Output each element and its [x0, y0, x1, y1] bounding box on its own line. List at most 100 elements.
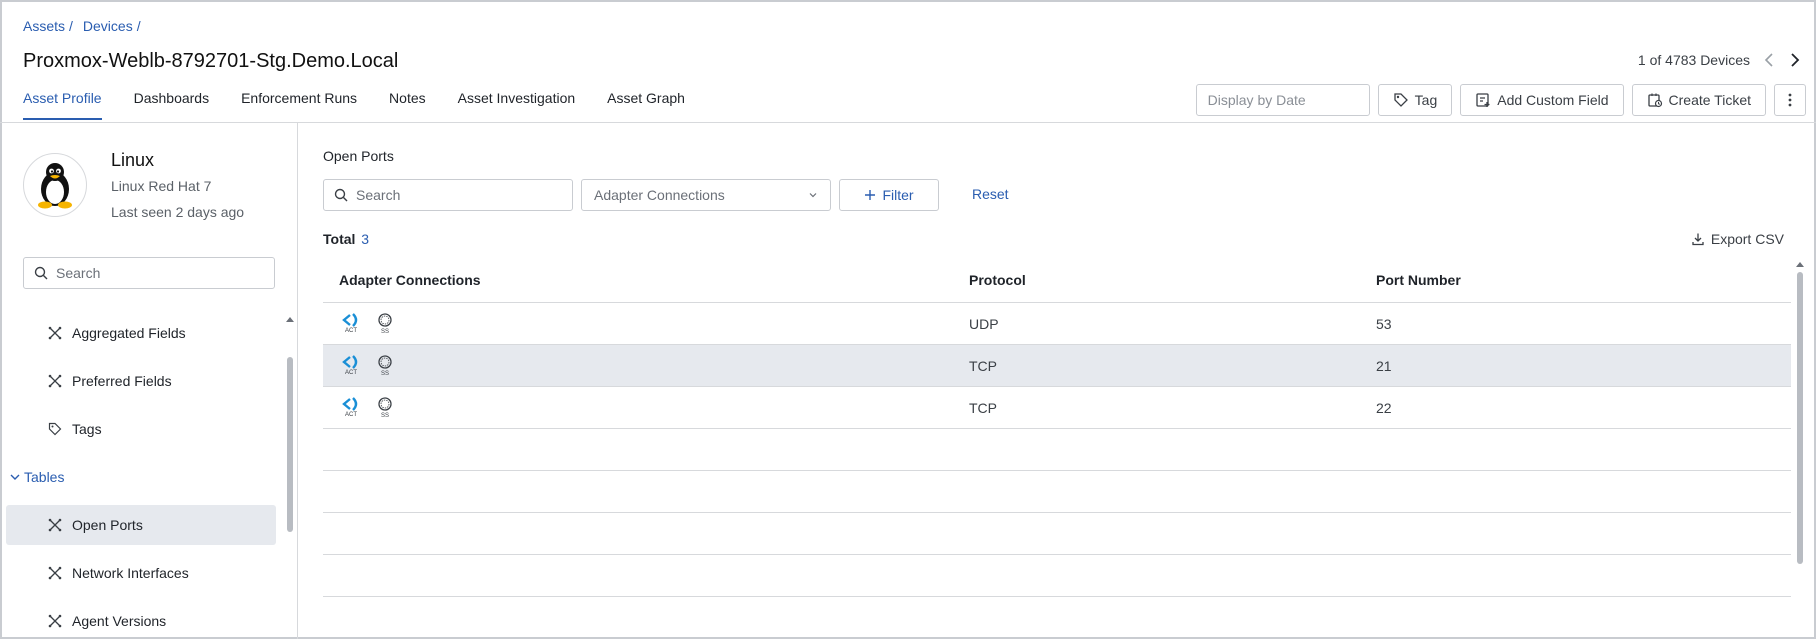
ss-adapter-icon	[378, 355, 392, 369]
sidebar-scrollbar[interactable]	[285, 315, 295, 639]
add-custom-field-label: Add Custom Field	[1497, 92, 1609, 108]
adapter-caption: ACT	[345, 370, 357, 376]
ticket-icon	[1647, 93, 1662, 108]
sidebar-item-open-ports[interactable]: Open Ports	[6, 505, 276, 545]
act-adapter-icon	[342, 355, 358, 369]
create-ticket-button[interactable]: Create Ticket	[1631, 84, 1766, 116]
empty-row	[323, 555, 1791, 597]
export-csv-label: Export CSV	[1710, 231, 1784, 247]
sidebar-group-tables[interactable]: Tables	[6, 457, 276, 497]
table-search-input[interactable]: Search	[323, 179, 573, 211]
device-pager: 1 of 4783 Devices	[1638, 52, 1802, 68]
tab-asset-profile[interactable]: Asset Profile	[23, 90, 102, 120]
total-number: 3	[361, 231, 370, 247]
adapter-ss: SS	[373, 354, 397, 377]
table-icon	[48, 518, 62, 532]
more-options-icon[interactable]	[1774, 84, 1806, 116]
tab-enforcement-runs[interactable]: Enforcement Runs	[241, 90, 357, 120]
adapter-ss: SS	[373, 396, 397, 419]
act-adapter-icon	[342, 397, 358, 411]
adapter-caption: ACT	[345, 328, 357, 334]
last-seen: Last seen 2 days ago	[111, 204, 245, 220]
adapter-ss: SS	[373, 312, 397, 335]
adapter-act: ACT	[339, 397, 363, 418]
tab-bar: Asset Profile Dashboards Enforcement Run…	[23, 90, 685, 120]
export-csv-button[interactable]: Export CSV	[1691, 231, 1784, 247]
sidebar-search-placeholder: Search	[56, 265, 101, 281]
filter-button[interactable]: Filter	[839, 179, 939, 211]
chevron-down-icon	[10, 474, 20, 480]
empty-row	[323, 513, 1791, 555]
sidebar-item-aggregated-fields[interactable]: Aggregated Fields	[6, 313, 276, 353]
section-title: Open Ports	[323, 148, 394, 164]
chevron-down-icon	[809, 193, 817, 198]
sidebar-item-label: Aggregated Fields	[72, 325, 186, 341]
sidebar-item-label: Open Ports	[72, 517, 143, 533]
sidebar-item-preferred-fields[interactable]: Preferred Fields	[6, 361, 276, 401]
display-by-date-input[interactable]: Display by Date	[1195, 84, 1370, 116]
sidebar-item-label: Preferred Fields	[72, 373, 172, 389]
table-row[interactable]: ACT SS UDP 53	[323, 303, 1791, 345]
table-icon	[48, 566, 62, 580]
custom-field-icon	[1476, 93, 1490, 107]
column-header-protocol[interactable]: Protocol	[969, 272, 1376, 288]
sidebar-item-label: Agent Versions	[72, 613, 167, 629]
port-cell: 53	[1376, 315, 1392, 332]
column-header-adapter-connections[interactable]: Adapter Connections	[323, 272, 969, 288]
table-row[interactable]: ACT SS TCP 22	[323, 387, 1791, 429]
adapter-caption: SS	[380, 413, 389, 419]
search-icon	[334, 188, 348, 202]
breadcrumb-assets[interactable]: Assets	[23, 18, 65, 34]
table-row[interactable]: ACT SS TCP 21	[323, 345, 1791, 387]
sidebar-group-label: Tables	[24, 469, 65, 485]
column-header-port-number[interactable]: Port Number	[1376, 272, 1791, 288]
act-adapter-icon	[342, 313, 358, 327]
reset-button[interactable]: Reset	[972, 186, 1009, 202]
fields-icon	[48, 326, 62, 340]
chevron-right-icon[interactable]	[1788, 53, 1802, 67]
display-by-date-placeholder: Display by Date	[1207, 92, 1306, 108]
ss-adapter-icon	[378, 397, 392, 411]
breadcrumb-devices[interactable]: Devices	[83, 18, 133, 34]
sidebar-search-input[interactable]: Search	[23, 257, 275, 289]
pager-text: 1 of 4783 Devices	[1637, 52, 1750, 68]
open-ports-table: Adapter Connections Protocol Port Number…	[323, 258, 1791, 597]
port-cell: 21	[1376, 357, 1392, 374]
tab-notes[interactable]: Notes	[389, 90, 426, 120]
adapter-caption: SS	[380, 371, 389, 377]
adapter-caption: ACT	[345, 412, 357, 418]
table-header: Adapter Connections Protocol Port Number	[323, 258, 1791, 303]
adapter-cell: ACT SS	[323, 354, 969, 377]
protocol-cell: TCP	[969, 399, 997, 416]
sidebar-item-label: Network Interfaces	[72, 565, 189, 581]
adapter-connections-select[interactable]: Adapter Connections	[581, 179, 831, 211]
filter-button-label: Filter	[882, 187, 914, 203]
sidebar-item-agent-versions[interactable]: Agent Versions	[6, 601, 276, 639]
adapter-act: ACT	[339, 313, 363, 334]
search-icon	[34, 266, 48, 280]
protocol-cell: TCP	[969, 357, 997, 374]
sidebar-list: Aggregated Fields Preferred Fields Tags …	[6, 313, 276, 639]
protocol-cell: UDP	[969, 315, 999, 332]
table-scroll-thumb[interactable]	[1797, 272, 1803, 564]
sidebar-item-tags[interactable]: Tags	[6, 409, 276, 449]
tab-dashboards[interactable]: Dashboards	[134, 90, 210, 120]
scroll-up-icon[interactable]	[285, 315, 295, 323]
tab-asset-graph[interactable]: Asset Graph	[607, 90, 685, 120]
sidebar-item-network-interfaces[interactable]: Network Interfaces	[6, 553, 276, 593]
sidebar-scroll-thumb[interactable]	[287, 357, 293, 532]
tag-button[interactable]: Tag	[1377, 84, 1453, 116]
add-custom-field-button[interactable]: Add Custom Field	[1460, 84, 1624, 116]
chevron-left-icon[interactable]	[1762, 53, 1776, 67]
total-label: Total	[323, 231, 356, 247]
empty-row	[323, 471, 1791, 513]
scroll-up-icon[interactable]	[1795, 260, 1805, 268]
os-name: Linux	[111, 150, 155, 170]
table-scrollbar[interactable]	[1795, 258, 1805, 578]
tab-asset-investigation[interactable]: Asset Investigation	[458, 90, 576, 120]
ss-adapter-icon	[378, 313, 392, 327]
breadcrumb: Assets / Devices /	[23, 18, 141, 34]
os-version: Linux Red Hat 7	[111, 178, 212, 194]
fields-icon	[48, 374, 62, 388]
table-search-placeholder: Search	[356, 187, 401, 203]
